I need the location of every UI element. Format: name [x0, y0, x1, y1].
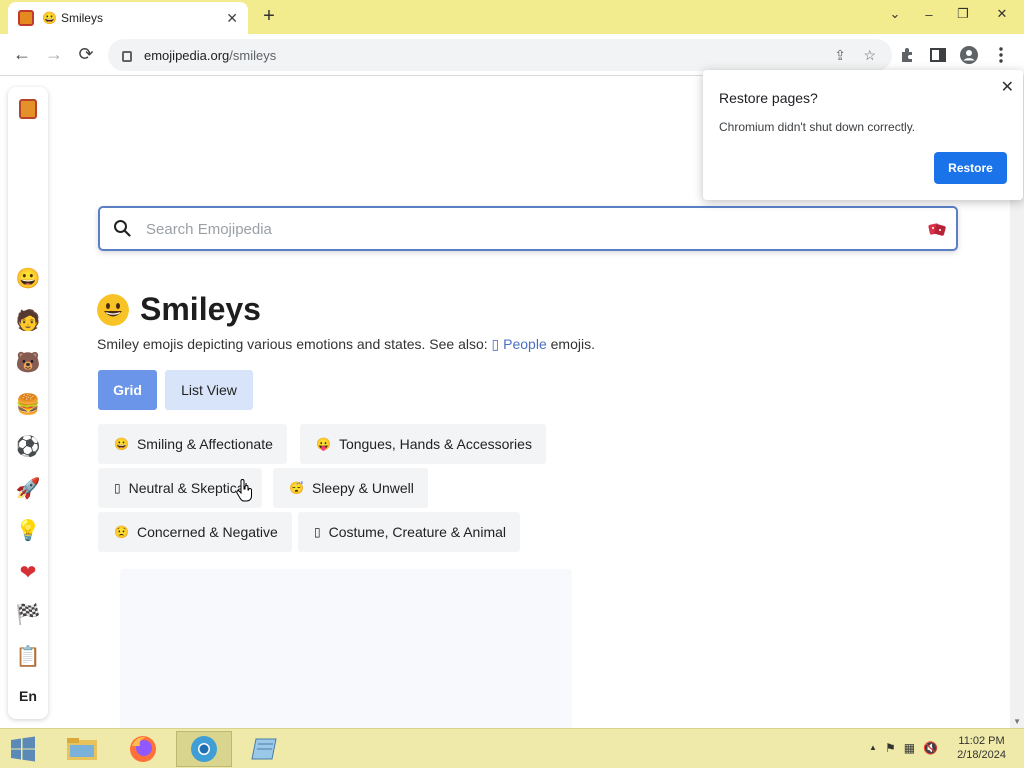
- minimize-button[interactable]: –: [912, 0, 946, 28]
- side-panel-icon[interactable]: [929, 46, 947, 64]
- sidebar-item-flags[interactable]: 🏁: [14, 601, 42, 629]
- list-view-button[interactable]: List View: [165, 370, 253, 410]
- chip-label: Costume, Creature & Animal: [328, 524, 507, 540]
- tab-search-icon[interactable]: ⌄: [878, 0, 912, 28]
- category-sidebar: 😀 🧑 🐻 🍔 ⚽ 🚀 💡 ❤ 🏁 📋 En: [8, 87, 48, 719]
- browser-tabstrip: 😀 Smileys ✕ + ⌄ – ❐ ✕: [0, 0, 1024, 34]
- sidebar-item-smileys[interactable]: 😀: [14, 265, 42, 293]
- new-tab-button[interactable]: +: [256, 5, 282, 29]
- category-description: Smiley emojis depicting various emotions…: [97, 336, 595, 353]
- grid-view-button[interactable]: Grid: [98, 370, 157, 410]
- sidebar-item-animals[interactable]: 🐻: [14, 349, 42, 377]
- network-icon[interactable]: ▦: [904, 741, 915, 755]
- people-link-label: People: [503, 336, 547, 352]
- volume-muted-icon[interactable]: 🔇: [923, 741, 938, 755]
- search-input[interactable]: [146, 216, 906, 242]
- bookmark-star-icon[interactable]: ☆: [863, 47, 876, 64]
- chip-label: Concerned & Negative: [136, 524, 278, 540]
- url-host: emojipedia.org: [144, 47, 230, 63]
- taskbar-chromium[interactable]: [176, 731, 232, 767]
- clock-time: 11:02 PM: [958, 735, 1005, 747]
- dialog-message: Chromium didn't shut down correctly.: [719, 120, 916, 134]
- action-center-flag-icon[interactable]: ⚑: [885, 741, 896, 755]
- emojipedia-favicon-icon: [18, 10, 34, 26]
- sidebar-item-symbols[interactable]: ❤: [14, 559, 42, 587]
- dialog-title: Restore pages?: [719, 90, 818, 106]
- restore-pages-dialog: Restore pages? Chromium didn't shut down…: [703, 70, 1023, 200]
- tab-emoji: 😀: [42, 11, 57, 25]
- chip-label: Smiling & Affectionate: [136, 436, 273, 452]
- grinning-face-icon: [97, 293, 129, 326]
- restore-window-button[interactable]: ❐: [946, 0, 980, 28]
- hand-cursor-icon: [236, 479, 252, 502]
- missing-glyph-icon: ▯: [314, 525, 321, 539]
- browser-tab[interactable]: 😀 Smileys ✕: [8, 2, 248, 34]
- sidebar-item-objects[interactable]: 💡: [14, 517, 42, 545]
- extensions-icon[interactable]: [898, 46, 916, 64]
- taskbar-firefox[interactable]: [115, 731, 171, 767]
- loading-placeholder: [120, 569, 572, 728]
- share-icon[interactable]: ⇪: [834, 47, 846, 64]
- description-suffix: emojis.: [550, 336, 595, 352]
- window-controls: ⌄ – ❐ ✕: [878, 0, 1024, 30]
- page-heading: Smileys: [97, 291, 261, 328]
- browser-menu-icon[interactable]: [992, 46, 1010, 64]
- sidebar-item-activities[interactable]: ⚽: [14, 433, 42, 461]
- smiling-face-icon: 😀: [114, 437, 129, 451]
- chip-label: Tongues, Hands & Accessories: [338, 436, 532, 452]
- notepad-icon: [251, 738, 277, 760]
- subcategory-tongues-hands[interactable]: 😛 Tongues, Hands & Accessories: [300, 424, 546, 464]
- tab-close-icon[interactable]: ✕: [226, 10, 238, 27]
- subcategory-sleepy-unwell[interactable]: 😴 Sleepy & Unwell: [273, 468, 428, 508]
- back-button[interactable]: ←: [10, 43, 34, 67]
- clock-date: 2/18/2024: [957, 749, 1006, 761]
- folder-icon: [67, 738, 97, 760]
- sleeping-face-icon: 😴: [289, 481, 304, 495]
- close-window-button[interactable]: ✕: [980, 0, 1024, 28]
- lock-icon[interactable]: [122, 50, 132, 62]
- missing-glyph-icon: ▯: [114, 481, 121, 495]
- dialog-close-icon[interactable]: ✕: [1001, 77, 1014, 97]
- windows-start-icon[interactable]: [8, 735, 38, 763]
- description-text: Smiley emojis depicting various emotions…: [97, 336, 488, 352]
- taskbar-clock[interactable]: 11:02 PM 2/18/2024: [957, 734, 1006, 762]
- tab-title: Smileys: [60, 11, 103, 25]
- windows-taskbar: ▲ ⚑ ▦ 🔇 11:02 PM 2/18/2024: [0, 728, 1024, 768]
- taskbar-notepad[interactable]: [238, 731, 294, 767]
- subcategory-smiling-affectionate[interactable]: 😀 Smiling & Affectionate: [98, 424, 287, 464]
- system-tray: ▲ ⚑ ▦ 🔇: [869, 741, 938, 755]
- address-bar[interactable]: emojipedia.org/smileys ⇪ ☆: [108, 39, 892, 71]
- restore-button[interactable]: Restore: [934, 152, 1007, 184]
- subcategory-costume-creature[interactable]: ▯ Costume, Creature & Animal: [298, 512, 521, 552]
- sidebar-item-travel[interactable]: 🚀: [14, 475, 42, 503]
- worried-face-icon: 😟: [114, 525, 129, 539]
- emojipedia-logo-icon[interactable]: [19, 99, 37, 119]
- firefox-icon: [130, 736, 156, 762]
- scroll-down-icon[interactable]: ▼: [1013, 717, 1021, 726]
- url-path: /smileys: [229, 47, 277, 63]
- sidebar-item-food[interactable]: 🍔: [14, 391, 42, 419]
- people-link[interactable]: ▯ People: [492, 336, 547, 352]
- chip-label: Neutral & Skeptical: [128, 480, 248, 496]
- random-dice-icon[interactable]: [928, 220, 946, 238]
- tray-expand-icon[interactable]: ▲: [869, 741, 877, 755]
- tongue-face-icon: 😛: [316, 437, 331, 451]
- subcategory-concerned-negative[interactable]: 😟 Concerned & Negative: [98, 512, 292, 552]
- forward-button[interactable]: →: [42, 43, 66, 67]
- sidebar-item-extras[interactable]: 📋: [14, 643, 42, 671]
- search-box: [98, 206, 958, 251]
- language-selector[interactable]: En: [8, 688, 48, 704]
- people-link-icon: ▯: [491, 336, 500, 352]
- chromium-icon: [191, 736, 217, 762]
- reload-button[interactable]: ⟳: [74, 43, 98, 67]
- profile-avatar-icon[interactable]: [960, 46, 978, 64]
- page-title: Smileys: [140, 291, 261, 327]
- chip-label: Sleepy & Unwell: [311, 480, 414, 496]
- sidebar-item-people[interactable]: 🧑: [14, 307, 42, 335]
- search-icon[interactable]: [113, 219, 131, 237]
- taskbar-file-explorer[interactable]: [54, 731, 110, 767]
